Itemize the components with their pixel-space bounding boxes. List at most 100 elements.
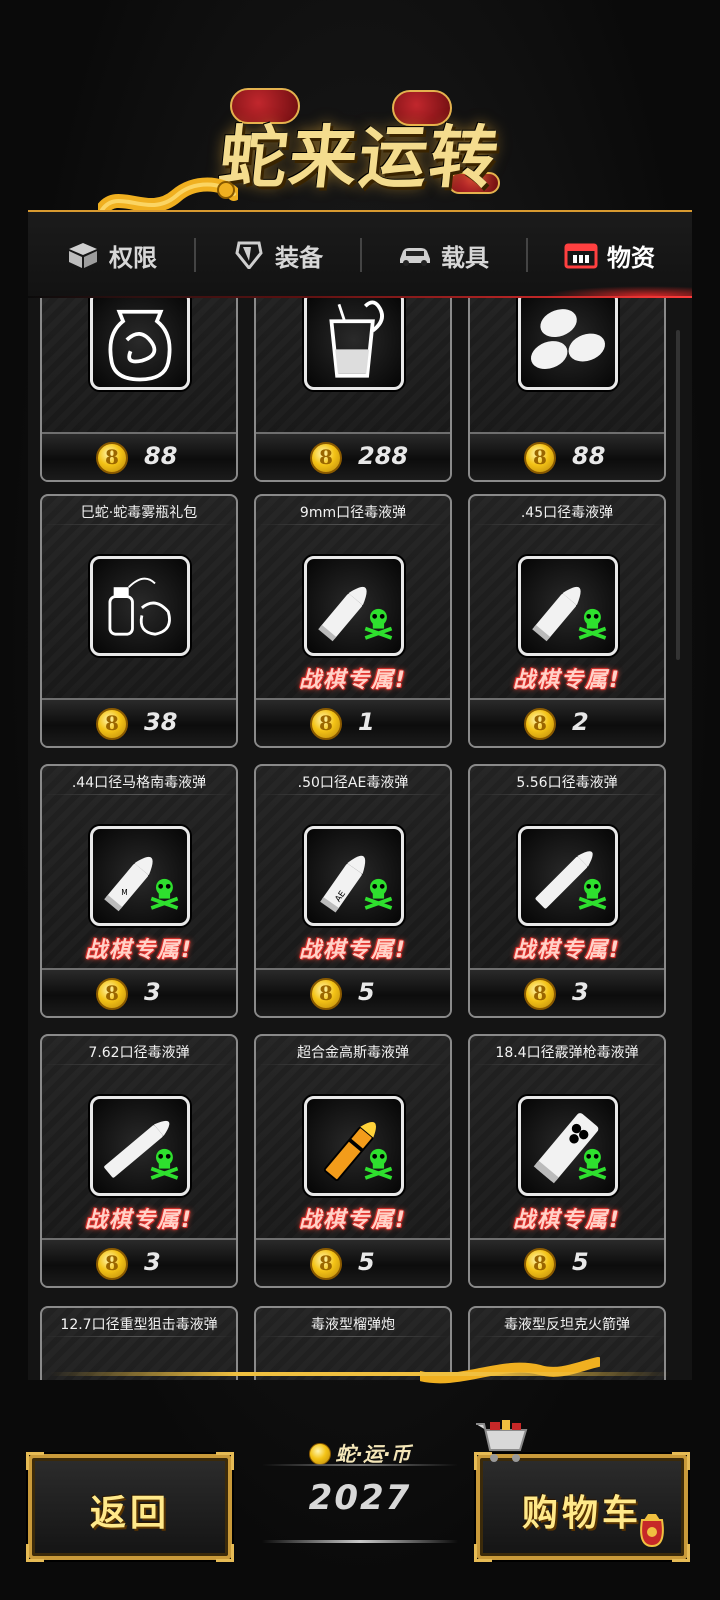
tab-vehicles[interactable]: 载具 bbox=[360, 226, 526, 284]
coin-icon bbox=[310, 978, 342, 1010]
item-card[interactable]: .44口径马格南毒液弹 M 战棋专属! 3 bbox=[40, 764, 238, 1018]
header: 蛇来运转 权限 装备 载具 物资 bbox=[0, 0, 720, 300]
coin-icon bbox=[96, 1248, 128, 1280]
item-price: 3 bbox=[572, 978, 589, 1006]
bullet-44-magnum-icon: M bbox=[90, 826, 190, 926]
frame-corner bbox=[474, 1544, 492, 1562]
item-price: 38 bbox=[144, 708, 178, 736]
item-card[interactable]: 巳蛇·蛇毒雾瓶礼包 38 bbox=[40, 494, 238, 748]
bullet-9mm-icon bbox=[304, 556, 404, 656]
item-price: 288 bbox=[358, 442, 409, 470]
snake-cup-icon bbox=[304, 298, 404, 390]
exclusive-label: 战棋专属! bbox=[298, 938, 408, 963]
price-bar: 3 bbox=[470, 968, 664, 1016]
tab-label: 权限 bbox=[109, 243, 157, 272]
item-name: 毒液型反坦克火箭弹 bbox=[504, 1317, 630, 1333]
item-card[interactable]: .50口径AE毒液弹 AE 战棋专属! 5 bbox=[254, 764, 452, 1018]
frame-corner bbox=[672, 1452, 690, 1470]
item-card[interactable]: 288 bbox=[254, 298, 452, 482]
bullet-50ae-icon: AE bbox=[304, 826, 404, 926]
coin-icon bbox=[524, 978, 556, 1010]
price-bar: 88 bbox=[42, 432, 236, 480]
lucky-bag-icon bbox=[640, 1514, 664, 1548]
event-title: 蛇来运转 bbox=[200, 92, 520, 202]
item-name: .45口径毒液弹 bbox=[520, 505, 614, 521]
exclusive-label: 战棋专属! bbox=[512, 668, 622, 693]
car-icon bbox=[400, 248, 430, 266]
price-bar: 5 bbox=[470, 1238, 664, 1286]
item-card[interactable]: 9mm口径毒液弹战棋专属! 1 bbox=[254, 494, 452, 748]
item-card[interactable]: 88 bbox=[468, 298, 666, 482]
scrollbar[interactable] bbox=[676, 330, 680, 660]
armor-icon bbox=[235, 241, 263, 269]
coin-icon bbox=[96, 442, 128, 474]
eggs-icon bbox=[518, 298, 618, 390]
divider bbox=[42, 524, 236, 525]
exclusive-label: 战棋专属! bbox=[298, 1208, 408, 1233]
item-card[interactable]: 5.56口径毒液弹战棋专属! 3 bbox=[468, 764, 666, 1018]
price-bar: 5 bbox=[256, 1238, 450, 1286]
item-grid[interactable]: 88 288 88 巳蛇·蛇毒雾瓶礼包 38 9mm口径毒液弹战棋专属! 1 .45口径毒液弹… bbox=[28, 298, 692, 1380]
coin-icon bbox=[96, 978, 128, 1010]
divider bbox=[470, 794, 664, 795]
event-title-text: 蛇来运转 bbox=[215, 118, 504, 198]
shopping-cart-icon bbox=[476, 1420, 528, 1462]
coin-icon bbox=[309, 1443, 332, 1465]
category-tabs: 权限 装备 载具 物资 bbox=[28, 226, 692, 296]
item-name: .50口径AE毒液弹 bbox=[297, 775, 409, 791]
divider bbox=[256, 1064, 450, 1065]
item-price: 5 bbox=[572, 1248, 589, 1276]
currency-name-text: 蛇·运·币 bbox=[335, 1442, 411, 1466]
item-name: 5.56口径毒液弹 bbox=[516, 775, 618, 791]
coin-icon bbox=[524, 708, 556, 740]
tab-equipment[interactable]: 装备 bbox=[194, 226, 360, 284]
item-price: 3 bbox=[144, 1248, 161, 1276]
item-name: 9mm口径毒液弹 bbox=[299, 505, 407, 521]
poison-grenade-icon bbox=[90, 556, 190, 656]
bullet-762-icon bbox=[90, 1096, 190, 1196]
item-card[interactable]: .45口径毒液弹战棋专属! 2 bbox=[468, 494, 666, 748]
coin-icon bbox=[310, 442, 342, 474]
item-name: 7.62口径毒液弹 bbox=[88, 1045, 190, 1061]
item-name: 巳蛇·蛇毒雾瓶礼包 bbox=[80, 505, 198, 521]
coin-icon bbox=[524, 442, 556, 474]
coin-icon bbox=[310, 1248, 342, 1280]
item-card[interactable]: 12.7口径重型狙击毒液弹 bbox=[40, 1306, 238, 1380]
price-bar: 288 bbox=[256, 432, 450, 480]
item-price: 1 bbox=[358, 708, 375, 736]
divider bbox=[470, 524, 664, 525]
item-price: 5 bbox=[358, 1248, 375, 1276]
item-card[interactable]: 88 bbox=[40, 298, 238, 482]
divider bbox=[262, 1464, 458, 1466]
tab-label: 装备 bbox=[275, 243, 323, 272]
item-card[interactable]: 18.4口径霰弹枪毒液弹战棋专属! 5 bbox=[468, 1034, 666, 1288]
divider bbox=[470, 1336, 664, 1337]
tab-supplies[interactable]: 物资 bbox=[526, 226, 692, 296]
back-button[interactable]: 返回 bbox=[26, 1452, 234, 1562]
item-price: 88 bbox=[572, 442, 606, 470]
back-button-label: 返回 bbox=[89, 1493, 170, 1534]
frame-corner bbox=[26, 1544, 44, 1562]
frame-corner bbox=[216, 1452, 234, 1470]
price-bar: 5 bbox=[256, 968, 450, 1016]
item-price: 2 bbox=[572, 708, 589, 736]
gauss-bullet-icon bbox=[304, 1096, 404, 1196]
price-bar: 88 bbox=[470, 432, 664, 480]
divider bbox=[470, 1064, 664, 1065]
divider bbox=[256, 524, 450, 525]
divider bbox=[42, 794, 236, 795]
svg-text:M: M bbox=[121, 888, 128, 897]
currency-amount: 2027 bbox=[308, 1478, 412, 1518]
coin-icon bbox=[310, 708, 342, 740]
divider bbox=[42, 1336, 236, 1337]
exclusive-label: 战棋专属! bbox=[84, 938, 194, 963]
item-price: 5 bbox=[358, 978, 375, 1006]
divider bbox=[262, 1540, 458, 1543]
snake-jar-icon bbox=[90, 298, 190, 390]
item-card[interactable]: 超合金高斯毒液弹战棋专属! 5 bbox=[254, 1034, 452, 1288]
item-card[interactable]: 7.62口径毒液弹战棋专属! 3 bbox=[40, 1034, 238, 1288]
item-name: 18.4口径霰弹枪毒液弹 bbox=[495, 1045, 639, 1061]
exclusive-label: 战棋专属! bbox=[84, 1208, 194, 1233]
item-price: 88 bbox=[144, 442, 178, 470]
tab-permissions[interactable]: 权限 bbox=[28, 226, 194, 284]
